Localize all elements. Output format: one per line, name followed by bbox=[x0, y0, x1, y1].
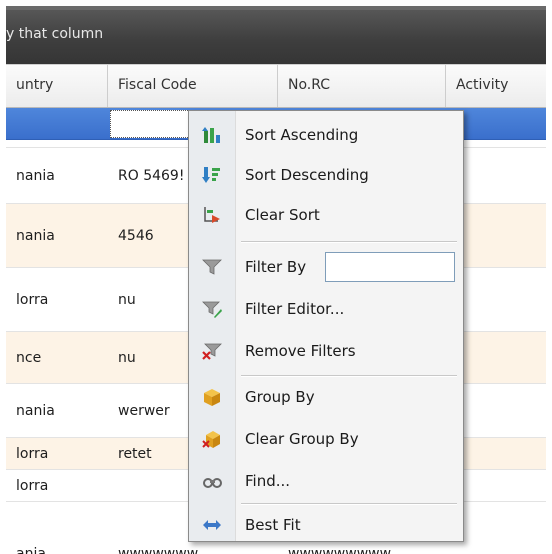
funnel-icon bbox=[201, 257, 223, 277]
menu-item-label: Filter By bbox=[245, 258, 307, 276]
cell-country[interactable]: ania bbox=[6, 534, 108, 554]
menu-item-filter-by[interactable]: Filter By bbox=[189, 247, 463, 287]
column-header-no-rc[interactable]: No.RC bbox=[278, 65, 446, 107]
menu-item-label: Best Fit bbox=[245, 516, 301, 534]
cell-country[interactable]: nania bbox=[6, 148, 108, 203]
menu-item-sort-ascending[interactable]: Sort Ascending bbox=[189, 115, 463, 155]
clear-sort-icon bbox=[201, 205, 223, 225]
menu-item-group-by[interactable]: Group By bbox=[189, 377, 463, 417]
menu-item-label: Filter Editor... bbox=[245, 300, 345, 318]
remove-filter-icon bbox=[201, 341, 223, 361]
group-panel-hint: y that column bbox=[6, 26, 104, 42]
column-context-menu: Sort Ascending Sort Descending Clear Sor… bbox=[188, 110, 464, 542]
clear-group-icon bbox=[201, 429, 223, 449]
menu-item-label: Remove Filters bbox=[245, 342, 356, 360]
cell-country[interactable]: lorra bbox=[6, 438, 108, 469]
filter-by-input[interactable] bbox=[325, 252, 455, 282]
double-arrow-icon bbox=[201, 515, 223, 535]
cell-country[interactable]: nce bbox=[6, 332, 108, 383]
menu-item-clear-group-by[interactable]: Clear Group By bbox=[189, 419, 463, 459]
menu-item-filter-editor[interactable]: Filter Editor... bbox=[189, 289, 463, 329]
sort-descending-icon bbox=[201, 165, 223, 185]
panel-top-edge bbox=[6, 6, 546, 10]
menu-item-label: Find... bbox=[245, 472, 291, 490]
binoculars-icon bbox=[201, 471, 223, 491]
menu-item-best-fit[interactable]: Best Fit bbox=[189, 505, 463, 545]
menu-item-label: Sort Ascending bbox=[245, 126, 359, 144]
cell-country[interactable]: nania bbox=[6, 384, 108, 437]
sort-ascending-icon bbox=[201, 125, 223, 145]
cell-country[interactable]: nania bbox=[6, 204, 108, 267]
menu-item-clear-sort[interactable]: Clear Sort bbox=[189, 195, 463, 235]
menu-item-sort-descending[interactable]: Sort Descending bbox=[189, 155, 463, 195]
cell-country[interactable]: lorra bbox=[6, 268, 108, 331]
grid-header: untry Fiscal Code No.RC Activity bbox=[6, 64, 546, 108]
menu-item-label: Sort Descending bbox=[245, 166, 369, 184]
cell-country[interactable]: lorra bbox=[6, 470, 108, 501]
grid-window: y that column untry Fiscal Code No.RC Ac… bbox=[6, 6, 546, 554]
group-by-panel[interactable]: y that column bbox=[6, 6, 546, 64]
menu-item-find[interactable]: Find... bbox=[189, 461, 463, 501]
column-header-activity[interactable]: Activity bbox=[446, 65, 546, 107]
group-box-icon bbox=[201, 387, 223, 407]
menu-separator bbox=[241, 241, 457, 243]
filter-editor-icon bbox=[201, 299, 223, 319]
menu-item-label: Clear Group By bbox=[245, 430, 359, 448]
menu-item-label: Group By bbox=[245, 388, 315, 406]
menu-item-label: Clear Sort bbox=[245, 206, 320, 224]
menu-item-remove-filters[interactable]: Remove Filters bbox=[189, 331, 463, 371]
column-header-fiscal-code[interactable]: Fiscal Code bbox=[108, 65, 278, 107]
column-header-country[interactable]: untry bbox=[6, 65, 108, 107]
